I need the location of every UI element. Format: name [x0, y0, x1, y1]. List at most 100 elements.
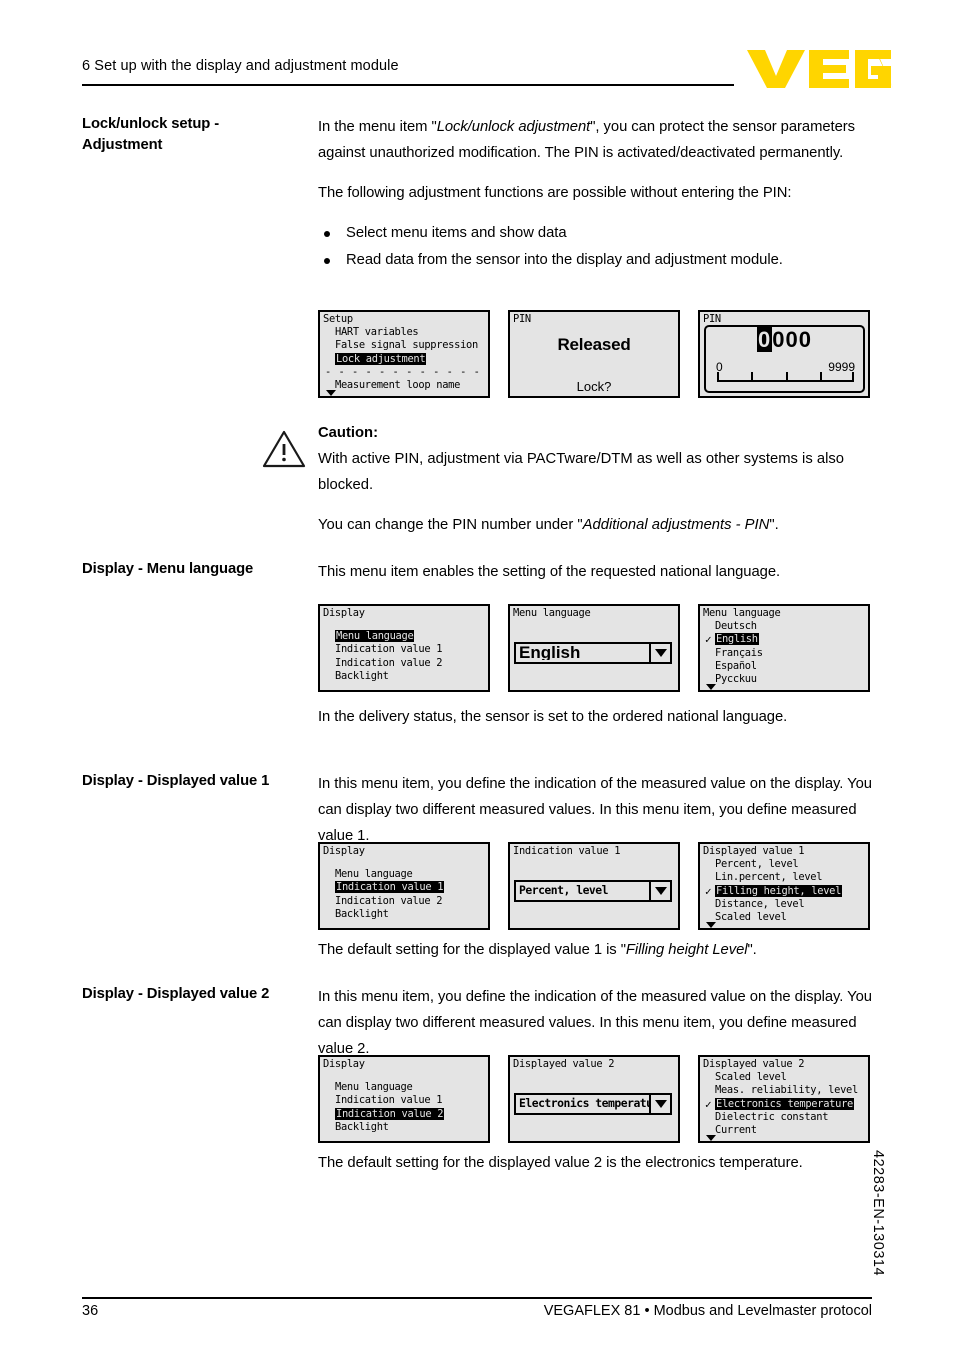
- lcd-row-displayed-value-2: Display Menu language Indication value 1…: [318, 1055, 876, 1151]
- paragraph: In this menu item, you define the indica…: [318, 989, 872, 1057]
- lcd-menu-item[interactable]: Lin.percent, level: [703, 871, 866, 884]
- lcd-menu-list: Menu language Indication value 1 Indicat…: [323, 868, 486, 921]
- dropdown-value: English: [519, 646, 581, 660]
- lcd-panel-pin-status[interactable]: PIN Released Lock?: [508, 310, 680, 398]
- lcd-menu-item[interactable]: Scaled level: [703, 911, 866, 924]
- lcd-menu-item[interactable]: Menu language: [323, 1081, 486, 1094]
- lcd-menu-item[interactable]: Percent, level: [703, 858, 866, 871]
- lcd-item-label: Filling height, level: [715, 884, 843, 897]
- lcd-panel-setup-menu[interactable]: Setup HART variables False signal suppre…: [318, 310, 490, 398]
- lcd-panel-pin-entry[interactable]: PIN 0000 0 9999: [698, 310, 870, 398]
- lcd-item-label: False signal suppression: [335, 339, 478, 352]
- lcd-menu-item[interactable]: Deutsch: [703, 620, 866, 633]
- lcd-item-label: Menu language: [335, 1081, 413, 1093]
- scroll-down-icon[interactable]: [706, 922, 716, 928]
- lcd-item-label: Deutsch: [715, 620, 757, 632]
- scroll-down-icon[interactable]: [706, 684, 716, 690]
- chevron-down-icon[interactable]: [649, 1095, 670, 1113]
- lcd-menu-item[interactable]: Indication value 1: [323, 1094, 486, 1107]
- list-item: Select menu items and show data: [318, 220, 874, 246]
- lcd-panel-menu-language-list[interactable]: Menu language Deutsch ✓ English Français …: [698, 604, 870, 692]
- text-emphasis: Filling height Level: [625, 942, 748, 958]
- lcd-menu-item[interactable]: Backlight: [323, 670, 486, 683]
- lcd-item-label: Current: [715, 1124, 757, 1137]
- header-divider: [82, 84, 734, 86]
- lcd-title: Indication value 1: [513, 845, 621, 857]
- pin-digit-active[interactable]: 0: [757, 327, 773, 352]
- section-label-displayed-value-2: Display - Displayed value 2: [82, 986, 270, 1002]
- lcd-title: Displayed value 1: [703, 845, 805, 857]
- lcd-item-label: Indication value 1: [335, 643, 443, 656]
- lcd-item-label: Distance, level: [715, 897, 805, 910]
- lcd-menu-item[interactable]: Current: [703, 1124, 866, 1137]
- lcd-menu-item[interactable]: Pycckuu: [703, 673, 866, 686]
- lcd-menu-list: Percent, level Lin.percent, level ✓ Filli…: [703, 858, 866, 924]
- lcd-panel-display-menu-3[interactable]: Display Menu language Indication value 1…: [318, 1055, 490, 1143]
- lcd-menu-item[interactable]: Measurement loop name: [323, 379, 486, 392]
- scale-tick: [851, 372, 854, 380]
- menu-language-dropdown[interactable]: English: [514, 642, 672, 664]
- lcd-menu-item[interactable]: Indication value 2: [323, 895, 486, 908]
- lcd-item-label: Meas. reliability, level: [715, 1084, 858, 1097]
- lcd-menu-item-selected[interactable]: ✓ Filling height, level: [703, 884, 866, 898]
- displayed-value-2-dropdown[interactable]: Electronics temperature: [514, 1093, 672, 1115]
- lcd-title: Display: [323, 1058, 365, 1070]
- lcd-menu-list: Menu language Indication value 1 Indicat…: [323, 1081, 486, 1134]
- indication-value-1-dropdown[interactable]: Percent, level: [514, 880, 672, 902]
- lcd-menu-item[interactable]: Scaled level: [703, 1071, 866, 1084]
- vega-logo: [745, 46, 893, 90]
- lcd-menu-item[interactable]: Indication value 1: [323, 643, 486, 656]
- text-fragment: ".: [747, 942, 757, 958]
- lcd-menu-item[interactable]: Backlight: [323, 1121, 486, 1134]
- lcd-menu-item[interactable]: Indication value 2: [323, 657, 486, 670]
- section-body-displayed-value-1: In this menu item, you define the indica…: [318, 771, 874, 849]
- lcd-menu-item[interactable]: Español: [703, 660, 866, 673]
- lcd-menu-list: Menu language Indication value 1 Indicat…: [323, 630, 486, 683]
- paragraph: This menu item enables the setting of th…: [318, 564, 781, 580]
- pin-entry-frame: 0000 0 9999: [704, 325, 865, 393]
- lcd-menu-item-selected[interactable]: Indication value 2: [323, 1107, 486, 1121]
- check-icon: ✓: [705, 1097, 712, 1111]
- lcd-menu-item[interactable]: False signal suppression: [323, 339, 486, 352]
- lcd-item-label: Menu language: [335, 630, 415, 642]
- lcd-status-prompt[interactable]: Lock?: [510, 379, 678, 393]
- lcd-menu-item-selected[interactable]: Menu language: [323, 630, 486, 643]
- lcd-title: Displayed value 2: [513, 1058, 615, 1070]
- chevron-down-icon[interactable]: [649, 882, 670, 900]
- lcd-menu-item[interactable]: Distance, level: [703, 898, 866, 911]
- lcd-menu-item-selected[interactable]: ✓ Electronics temperature: [703, 1097, 866, 1111]
- lcd-panel-indication-value-1-select[interactable]: Indication value 1 Percent, level: [508, 842, 680, 930]
- lcd-menu-item-selected[interactable]: ✓ English: [703, 633, 866, 646]
- lcd-item-label: Indication value 1: [335, 1094, 443, 1107]
- scroll-down-icon[interactable]: [706, 1135, 716, 1141]
- lcd-menu-item-selected[interactable]: Lock adjustment: [323, 352, 486, 366]
- footer-divider: [82, 1297, 872, 1299]
- lcd-menu-item[interactable]: Backlight: [323, 908, 486, 921]
- lcd-menu-item[interactable]: Français: [703, 647, 866, 660]
- section-body-menu-language: This menu item enables the setting of th…: [318, 559, 874, 585]
- lcd-panel-displayed-value-2-list[interactable]: Displayed value 2 Scaled level Meas. rel…: [698, 1055, 870, 1143]
- lcd-menu-item[interactable]: Meas. reliability, level: [703, 1084, 866, 1097]
- lcd-menu-item-selected[interactable]: Indication value 1: [323, 881, 486, 894]
- chevron-down-icon[interactable]: [649, 644, 670, 662]
- lcd-menu-item[interactable]: Menu language: [323, 868, 486, 881]
- list-item: Read data from the sensor into the displ…: [318, 247, 874, 273]
- lcd-panel-display-menu-2[interactable]: Display Menu language Indication value 1…: [318, 842, 490, 930]
- lcd-title: Displayed value 2: [703, 1058, 805, 1070]
- text-fragment: In the menu item ": [318, 119, 437, 135]
- pin-digits[interactable]: 0000: [706, 327, 863, 352]
- lcd-panel-menu-language-select[interactable]: Menu language English: [508, 604, 680, 692]
- lcd-panel-displayed-value-2-select[interactable]: Displayed value 2 Electronics temperatur…: [508, 1055, 680, 1143]
- lcd-item-label: Scaled level: [715, 911, 787, 924]
- lcd-row-lock: Setup HART variables False signal suppre…: [318, 310, 876, 406]
- pin-digits-rest: 000: [772, 327, 812, 352]
- lcd-menu-item[interactable]: HART variables: [323, 326, 486, 339]
- lcd-panel-display-menu-1[interactable]: Display Menu language Indication value 1…: [318, 604, 490, 692]
- lcd-title: Display: [323, 845, 365, 857]
- lcd-panel-displayed-value-1-list[interactable]: Displayed value 1 Percent, level Lin.per…: [698, 842, 870, 930]
- lcd-menu-list: Scaled level Meas. reliability, level ✓ E…: [703, 1071, 866, 1137]
- paragraph: With active PIN, adjustment via PACTware…: [318, 451, 844, 493]
- lcd-row-displayed-value-1: Display Menu language Indication value 1…: [318, 842, 876, 938]
- scroll-down-icon[interactable]: [326, 390, 336, 396]
- lcd-menu-item[interactable]: Dielectric constant: [703, 1111, 866, 1124]
